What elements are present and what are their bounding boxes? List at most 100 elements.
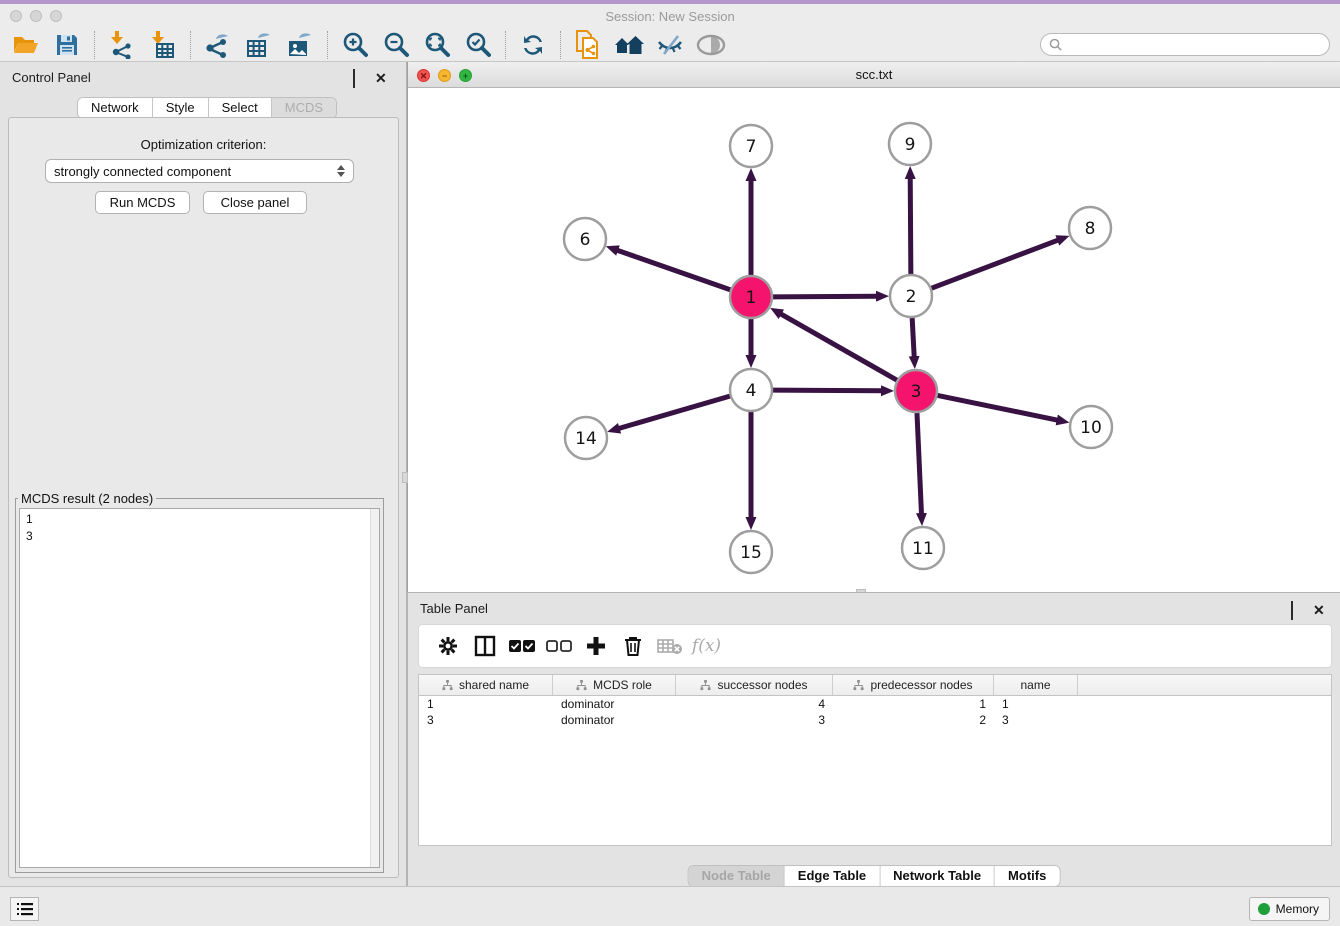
table-cell: 3 xyxy=(994,712,1078,728)
open-session-icon[interactable] xyxy=(8,30,44,60)
graph-edge-3-10[interactable] xyxy=(938,395,1058,420)
birds-eye-view-icon[interactable] xyxy=(693,30,729,60)
graph-node-14[interactable]: 14 xyxy=(565,417,607,459)
home-icon[interactable] xyxy=(611,30,647,60)
mcds-result-title: MCDS result (2 nodes) xyxy=(18,491,156,506)
table-settings-icon[interactable] xyxy=(429,630,466,662)
tab-mcds[interactable]: MCDS xyxy=(272,98,336,118)
svg-text:9: 9 xyxy=(905,135,916,155)
result-scrollbar[interactable] xyxy=(370,509,379,867)
hide-details-icon[interactable] xyxy=(652,30,688,60)
column-header-name[interactable]: name xyxy=(994,675,1078,695)
graph-node-3[interactable]: 3 xyxy=(895,370,937,412)
duplicate-network-icon[interactable] xyxy=(570,30,606,60)
mcds-result-item: 3 xyxy=(26,528,373,545)
graph-edge-3-1[interactable] xyxy=(781,314,897,380)
function-builder-icon[interactable]: f(x) xyxy=(688,630,725,662)
close-panel-button[interactable]: Close panel xyxy=(203,191,307,214)
graph-node-6[interactable]: 6 xyxy=(564,218,606,260)
mcds-tab-content: Optimization criterion: strongly connect… xyxy=(8,117,399,878)
toolbar-separator xyxy=(505,31,506,59)
graph-edge-1-6[interactable] xyxy=(617,250,730,290)
add-column-icon[interactable] xyxy=(577,630,614,662)
graph-edge-1-2[interactable] xyxy=(773,296,877,297)
apply-layout-icon[interactable] xyxy=(515,30,551,60)
table-cell: 3 xyxy=(676,712,833,728)
table-cell: 4 xyxy=(676,696,833,712)
unselect-all-icon[interactable] xyxy=(540,630,577,662)
show-columns-icon[interactable] xyxy=(466,630,503,662)
table-cell: 3 xyxy=(419,712,553,728)
column-header-label: MCDS role xyxy=(593,678,652,692)
graph-node-1[interactable]: 1 xyxy=(730,276,772,318)
column-header-MCDS-role[interactable]: MCDS role xyxy=(553,675,676,695)
graph-edge-4-14[interactable] xyxy=(619,396,730,428)
main-toolbar xyxy=(0,28,1340,62)
network-window-titlebar[interactable]: ✕ − + scc.txt xyxy=(408,62,1340,88)
table-row[interactable]: 3dominator323 xyxy=(419,712,1331,728)
tab-motifs[interactable]: Motifs xyxy=(995,866,1059,886)
close-table-panel-icon[interactable]: ✕ xyxy=(1313,602,1326,615)
zoom-fit-icon[interactable] xyxy=(419,30,455,60)
float-panel-icon[interactable] xyxy=(353,70,366,83)
tab-node-table[interactable]: Node Table xyxy=(689,866,785,886)
table-cell: 1 xyxy=(833,696,994,712)
svg-text:3: 3 xyxy=(911,382,922,402)
graph-node-15[interactable]: 15 xyxy=(730,531,772,573)
mcds-result-item: 1 xyxy=(26,511,373,528)
run-mcds-button[interactable]: Run MCDS xyxy=(95,191,190,214)
graph-node-11[interactable]: 11 xyxy=(902,527,944,569)
export-image-icon[interactable] xyxy=(282,30,318,60)
save-session-icon[interactable] xyxy=(49,30,85,60)
import-network-icon[interactable] xyxy=(104,30,140,60)
graph-edge-4-3[interactable] xyxy=(773,390,882,391)
status-bar: Memory xyxy=(0,886,1340,926)
graph-edge-2-3[interactable] xyxy=(912,318,914,357)
svg-text:11: 11 xyxy=(912,539,934,559)
criterion-select[interactable]: strongly connected component xyxy=(45,159,354,183)
delete-column-icon[interactable] xyxy=(614,630,651,662)
select-all-icon[interactable] xyxy=(503,630,540,662)
graph-node-7[interactable]: 7 xyxy=(730,125,772,167)
column-header-shared-name[interactable]: shared name xyxy=(419,675,553,695)
mcds-result-group: MCDS result (2 nodes) 13 xyxy=(15,491,384,873)
column-header-predecessor-nodes[interactable]: predecessor nodes xyxy=(833,675,994,695)
graph-edge-3-11[interactable] xyxy=(917,413,922,514)
toolbar-separator xyxy=(560,31,561,59)
memory-button[interactable]: Memory xyxy=(1249,897,1330,921)
search-field[interactable] xyxy=(1040,33,1330,56)
control-panel-title: Control Panel xyxy=(12,70,91,85)
task-history-button[interactable] xyxy=(10,897,39,921)
tab-network[interactable]: Network xyxy=(78,98,153,118)
graph-node-4[interactable]: 4 xyxy=(730,369,772,411)
search-input[interactable] xyxy=(1062,34,1329,55)
graph-edge-2-8[interactable] xyxy=(932,240,1059,288)
import-table-icon[interactable] xyxy=(145,30,181,60)
graph-node-10[interactable]: 10 xyxy=(1070,406,1112,448)
mcds-result-list[interactable]: 13 xyxy=(19,508,380,868)
network-canvas[interactable]: 1 2 3 4 6 7 8 9 10 11 14 15 xyxy=(408,88,1340,592)
float-table-panel-icon[interactable] xyxy=(1291,602,1304,615)
table-toolbar: f(x) xyxy=(418,624,1332,668)
delete-table-icon[interactable] xyxy=(651,630,688,662)
zoom-out-icon[interactable] xyxy=(378,30,414,60)
graph-node-8[interactable]: 8 xyxy=(1069,207,1111,249)
export-network-icon[interactable] xyxy=(200,30,236,60)
graph-node-9[interactable]: 9 xyxy=(889,123,931,165)
graph-edge-2-9[interactable] xyxy=(910,178,911,274)
tab-select[interactable]: Select xyxy=(209,98,272,118)
graph-node-2[interactable]: 2 xyxy=(890,275,932,317)
tab-style[interactable]: Style xyxy=(153,98,209,118)
split-handle[interactable] xyxy=(402,472,408,483)
toolbar-separator xyxy=(94,31,95,59)
optimization-criterion-label: Optimization criterion: xyxy=(9,137,398,152)
table-tabs: Node Table Edge Table Network Table Moti… xyxy=(688,865,1061,887)
tab-edge-table[interactable]: Edge Table xyxy=(785,866,880,886)
zoom-selected-icon[interactable] xyxy=(460,30,496,60)
column-header-successor-nodes[interactable]: successor nodes xyxy=(676,675,833,695)
table-row[interactable]: 1dominator411 xyxy=(419,696,1331,712)
export-table-icon[interactable] xyxy=(241,30,277,60)
zoom-in-icon[interactable] xyxy=(337,30,373,60)
close-panel-icon[interactable]: ✕ xyxy=(375,70,388,83)
tab-network-table[interactable]: Network Table xyxy=(880,866,995,886)
